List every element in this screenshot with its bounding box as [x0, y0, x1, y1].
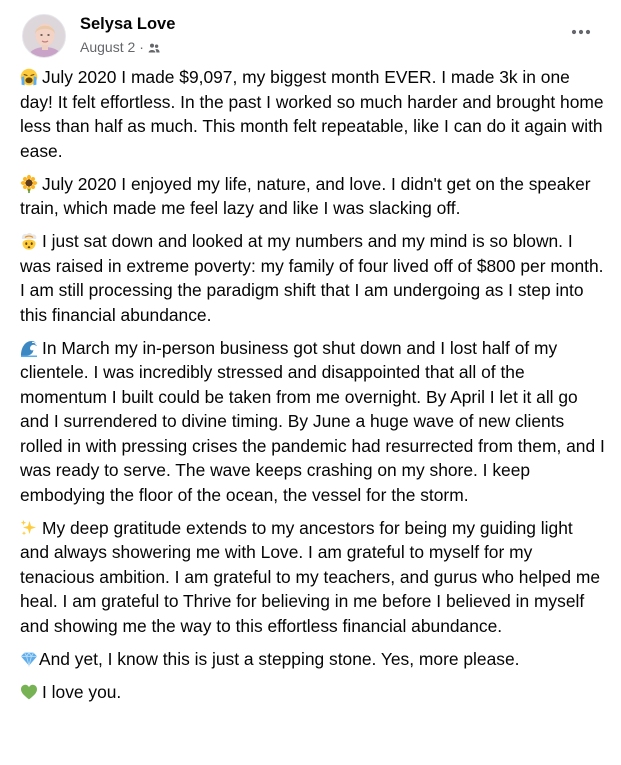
post-paragraph: My deep gratitude extends to my ancestor… — [20, 516, 606, 639]
sunflower-icon — [20, 174, 38, 193]
more-options-button[interactable] — [567, 22, 595, 42]
post-header: Selysa Love August 2 · — [22, 12, 601, 62]
paragraph-text: I just sat down and looked at my numbers… — [20, 231, 604, 325]
author-name[interactable]: Selysa Love — [80, 15, 175, 34]
friends-icon[interactable] — [148, 41, 160, 53]
paragraph-text: I love you. — [42, 681, 122, 702]
green-heart-icon — [20, 683, 38, 701]
post-body: July 2020 I made $9,097, my biggest mont… — [20, 65, 606, 713]
post-paragraph: In March my in-person business got shut … — [20, 336, 606, 508]
post-paragraph: July 2020 I made $9,097, my biggest mont… — [20, 65, 606, 163]
loudly-crying-face-icon — [20, 68, 38, 86]
post-paragraph: And yet, I know this is just a stepping … — [20, 647, 606, 672]
post-paragraph: I just sat down and looked at my numbers… — [20, 229, 606, 327]
paragraph-text: And yet, I know this is just a stepping … — [39, 648, 520, 669]
post-paragraph: July 2020 I enjoyed my life, nature, and… — [20, 172, 606, 221]
sparkles-icon — [20, 519, 38, 537]
avatar[interactable] — [22, 14, 66, 58]
post-meta: August 2 · — [80, 39, 160, 55]
meta-separator: · — [139, 39, 144, 55]
gem-stone-icon — [20, 650, 38, 668]
more-horizontal-icon — [571, 29, 591, 35]
post-date[interactable]: August 2 — [80, 39, 135, 55]
post-paragraph: I love you. — [20, 680, 606, 705]
paragraph-text: July 2020 I enjoyed my life, nature, and… — [20, 173, 591, 219]
paragraph-text: In March my in-person business got shut … — [20, 337, 605, 505]
exploding-head-icon — [20, 232, 38, 250]
paragraph-text: July 2020 I made $9,097, my biggest mont… — [20, 67, 604, 161]
facebook-post: Selysa Love August 2 · July 2020 I made … — [0, 0, 621, 765]
paragraph-text: My deep gratitude extends to my ancestor… — [20, 517, 601, 636]
water-wave-icon — [20, 339, 38, 357]
